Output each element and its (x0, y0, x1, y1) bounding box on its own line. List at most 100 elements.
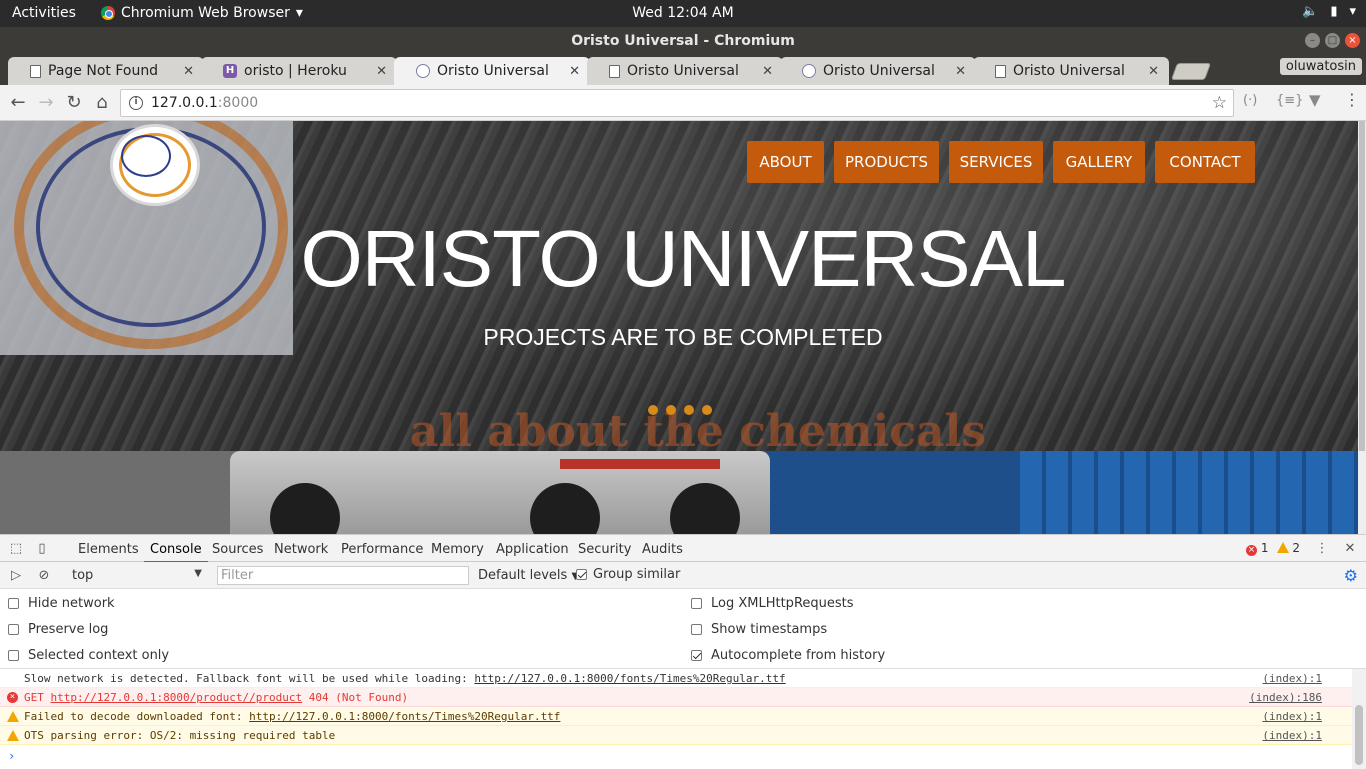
new-tab-button[interactable] (1170, 63, 1212, 80)
tab-console[interactable]: Console (144, 542, 208, 563)
devtools-menu-icon[interactable]: ⋮ (1314, 541, 1330, 556)
message-source[interactable]: (index):1 (1262, 707, 1322, 726)
log-levels-dropdown[interactable]: Default levels ▼ (478, 568, 579, 583)
checkbox[interactable] (8, 598, 19, 609)
bookmark-star-icon[interactable]: ☆ (1212, 93, 1227, 113)
setting-label: Hide network (28, 596, 115, 611)
checkbox[interactable] (691, 650, 702, 661)
menu-kebab-icon[interactable]: ⋮ (1344, 90, 1360, 109)
close-devtools-icon[interactable]: ✕ (1342, 541, 1358, 556)
console-message-warning: Failed to decode downloaded font: http:/… (0, 707, 1352, 726)
close-window-button[interactable]: × (1345, 33, 1360, 48)
console-scrollbar[interactable] (1352, 669, 1366, 769)
vue-extension-icon[interactable]: ▼ (1309, 91, 1321, 109)
close-tab-icon[interactable]: ✕ (1148, 64, 1159, 79)
json-extension-icon[interactable]: {≡} (1276, 93, 1303, 108)
message-link[interactable]: http://127.0.0.1:8000/fonts/Times%20Regu… (474, 672, 785, 685)
back-arrow-icon[interactable]: ← (6, 91, 30, 115)
tab-label: Oristo Universal (627, 63, 739, 79)
extension-icon[interactable]: (·) (1243, 93, 1257, 108)
checkbox[interactable] (8, 650, 19, 661)
tab-label: Page Not Found (48, 63, 159, 79)
console-messages: Slow network is detected. Fallback font … (0, 669, 1352, 769)
console-prompt[interactable]: › (8, 749, 15, 763)
tab-network[interactable]: Network (274, 542, 328, 557)
nav-gallery[interactable]: GALLERY (1053, 141, 1145, 183)
inspect-element-icon[interactable]: ⬚ (8, 541, 24, 556)
tab-label: oristo | Heroku (244, 63, 347, 79)
setting-hide-network[interactable]: Hide network (8, 596, 115, 611)
carousel-dot[interactable] (684, 405, 694, 415)
filter-input[interactable]: Filter (217, 566, 469, 585)
tab-elements[interactable]: Elements (78, 542, 139, 557)
tab-performance[interactable]: Performance (341, 542, 423, 557)
setting-log-xhr[interactable]: Log XMLHttpRequests (691, 596, 854, 611)
close-tab-icon[interactable]: ✕ (762, 64, 773, 79)
carousel-dot[interactable] (648, 405, 658, 415)
info-icon[interactable]: i (129, 96, 143, 110)
nav-contact[interactable]: CONTACT (1155, 141, 1255, 183)
maximize-button[interactable]: □ (1325, 33, 1340, 48)
tab-security[interactable]: Security (578, 542, 631, 557)
nav-about[interactable]: ABOUT (747, 141, 824, 183)
checkbox[interactable] (691, 624, 702, 635)
close-tab-icon[interactable]: ✕ (569, 64, 580, 79)
clock[interactable]: Wed 12:04 AM (0, 5, 1366, 21)
page-scrollbar[interactable] (1358, 121, 1366, 534)
console-settings: Hide network Preserve log Selected conte… (0, 589, 1366, 669)
gear-icon[interactable]: ⚙ (1344, 566, 1358, 585)
nav-products[interactable]: PRODUCTS (834, 141, 939, 183)
message-suffix: 404 (Not Found) (302, 691, 409, 704)
carousel-dot[interactable] (666, 405, 676, 415)
close-tab-icon[interactable]: ✕ (376, 64, 387, 79)
browser-tab[interactable]: Oristo Universal ✕ (780, 57, 976, 85)
group-similar-toggle[interactable]: Group similar (576, 567, 680, 582)
devtools-tabbar: ⬚ ▯ Elements Console Sources Network Per… (0, 535, 1366, 563)
forward-arrow-icon[interactable]: → (34, 91, 58, 115)
minimize-button[interactable]: – (1305, 33, 1320, 48)
error-icon: × (7, 692, 18, 703)
browser-tab-active[interactable]: Oristo Universal ✕ (394, 57, 590, 85)
clear-console-icon[interactable]: ⊘ (36, 568, 52, 583)
context-selector[interactable]: top ▼ (72, 568, 202, 583)
reload-icon[interactable]: ↻ (62, 91, 86, 115)
hero-title: ORISTO UNIVERSAL (300, 214, 1067, 303)
profile-button[interactable]: oluwatosin (1279, 58, 1362, 75)
message-source[interactable]: (index):1 (1262, 669, 1322, 688)
group-similar-checkbox[interactable] (576, 569, 587, 580)
setting-selected-context[interactable]: Selected context only (8, 648, 169, 663)
browser-tab[interactable]: Page Not Found ✕ (8, 57, 204, 85)
browser-tab[interactable]: Oristo Universal ✕ (587, 57, 783, 85)
issue-counts[interactable]: × 1 2 (1246, 541, 1300, 556)
tab-memory[interactable]: Memory (431, 542, 484, 557)
checkbox[interactable] (8, 624, 19, 635)
nav-services[interactable]: SERVICES (949, 141, 1043, 183)
show-sidebar-icon[interactable]: ▷ (8, 568, 24, 583)
browser-tab[interactable]: H oristo | Heroku ✕ (201, 57, 397, 85)
setting-autocomplete[interactable]: Autocomplete from history (691, 648, 885, 663)
setting-preserve-log[interactable]: Preserve log (8, 622, 108, 637)
chevron-down-icon: ▾ (1349, 4, 1356, 19)
warning-count: 2 (1292, 541, 1300, 555)
home-icon[interactable]: ⌂ (90, 91, 114, 115)
message-source[interactable]: (index):1 (1262, 726, 1322, 745)
message-link[interactable]: http://127.0.0.1:8000/fonts/Times%20Regu… (249, 710, 560, 723)
browser-tab[interactable]: Oristo Universal ✕ (973, 57, 1169, 85)
tab-application[interactable]: Application (496, 542, 569, 557)
message-source[interactable]: (index):186 (1249, 688, 1322, 707)
site-logo[interactable] (110, 124, 200, 206)
carousel-dot[interactable] (702, 405, 712, 415)
close-tab-icon[interactable]: ✕ (183, 64, 194, 79)
tab-sources[interactable]: Sources (212, 542, 263, 557)
address-bar[interactable]: i 127.0.0.1:8000 ☆ (120, 89, 1234, 117)
tab-audits[interactable]: Audits (642, 542, 683, 557)
close-tab-icon[interactable]: ✕ (955, 64, 966, 79)
message-link[interactable]: http://127.0.0.1:8000/product//product (51, 691, 303, 704)
checkbox[interactable] (691, 598, 702, 609)
site-nav: ABOUT PRODUCTS SERVICES GALLERY CONTACT (747, 141, 1255, 183)
system-tray[interactable]: 🔈 ▮ ▾ (1302, 4, 1356, 19)
setting-show-timestamps[interactable]: Show timestamps (691, 622, 827, 637)
page-viewport: all about the chemicals ABOUT PRODUCTS S… (0, 121, 1366, 534)
device-toolbar-icon[interactable]: ▯ (34, 541, 50, 556)
devtools-panel: ⬚ ▯ Elements Console Sources Network Per… (0, 534, 1366, 769)
